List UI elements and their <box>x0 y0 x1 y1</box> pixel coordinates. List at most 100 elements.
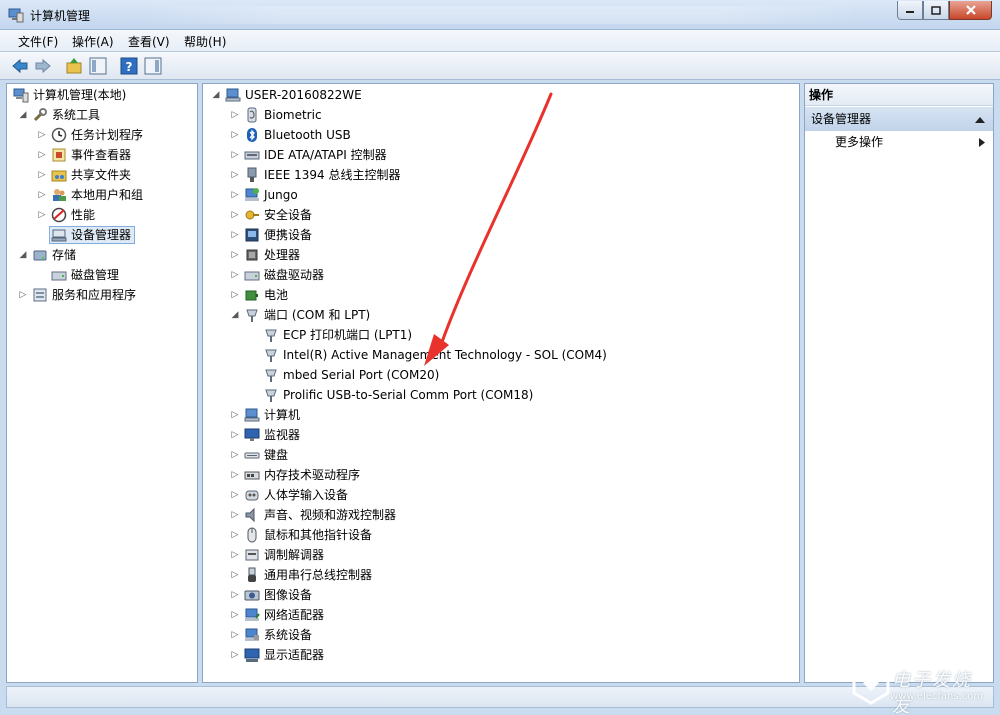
expand-arrow-icon[interactable]: ▷ <box>230 225 240 245</box>
close-button[interactable] <box>949 1 992 20</box>
expand-arrow-icon[interactable]: ▷ <box>230 185 240 205</box>
device-tree-item[interactable]: ◢ 端口 (COM 和 LPT) <box>203 305 799 325</box>
modem-icon <box>245 549 259 561</box>
device-tree-item[interactable]: ▷ Biometric <box>203 105 799 125</box>
console-tree-item[interactable]: ▷ 性能 <box>7 205 197 225</box>
device-tree-item[interactable]: ▷ IEEE 1394 总线主控制器 <box>203 165 799 185</box>
close-icon <box>965 5 976 15</box>
device-tree-item[interactable]: ▷ 磁盘驱动器 <box>203 265 799 285</box>
up-folder-icon[interactable] <box>64 56 84 76</box>
expand-arrow-icon[interactable]: ▷ <box>230 645 240 665</box>
console-tree-item[interactable]: ▷ 事件查看器 <box>7 145 197 165</box>
device-tree-item[interactable]: Prolific USB-to-Serial Comm Port (COM18) <box>203 385 799 405</box>
show-hide-tree-icon[interactable] <box>88 56 108 76</box>
device-tree-item[interactable]: ▷ 声音、视频和游戏控制器 <box>203 505 799 525</box>
expand-arrow-icon[interactable]: ▷ <box>230 585 240 605</box>
device-tree-item[interactable]: ▷ 系统设备 <box>203 625 799 645</box>
device-tree-item[interactable]: ▷ Bluetooth USB <box>203 125 799 145</box>
console-tree-item[interactable]: 磁盘管理 <box>7 265 197 285</box>
computer-icon <box>225 88 241 102</box>
device-tree-item[interactable]: ▷ 人体学输入设备 <box>203 485 799 505</box>
console-tree-item[interactable]: ▷ 共享文件夹 <box>7 165 197 185</box>
expand-arrow-icon[interactable]: ▷ <box>230 145 240 165</box>
expand-arrow-icon[interactable]: ▷ <box>230 245 240 265</box>
device-tree-item[interactable]: ▷ 安全设备 <box>203 205 799 225</box>
device-tree-item[interactable]: ▷ 电池 <box>203 285 799 305</box>
event-viewer-icon <box>52 148 66 162</box>
expand-arrow-icon[interactable]: ▷ <box>230 545 240 565</box>
expand-arrow-icon[interactable]: ▷ <box>37 165 47 185</box>
more-actions-item[interactable]: 更多操作 <box>835 132 985 152</box>
device-tree-label: 端口 (COM 和 LPT) <box>264 308 371 322</box>
menu-view[interactable]: 查看(V) <box>128 33 170 50</box>
system-device-icon <box>245 628 259 641</box>
device-tree-item[interactable]: ▷ 键盘 <box>203 445 799 465</box>
maximize-button[interactable] <box>923 1 949 20</box>
expand-arrow-icon[interactable]: ▷ <box>230 405 240 425</box>
console-tree-item[interactable]: 计算机管理(本地) <box>7 85 197 105</box>
device-tree-item[interactable]: ▷ IDE ATA/ATAPI 控制器 <box>203 145 799 165</box>
console-tree-item[interactable]: 设备管理器 <box>7 225 197 245</box>
menu-file[interactable]: 文件(F) <box>18 33 58 50</box>
expand-arrow-icon[interactable]: ▷ <box>37 205 47 225</box>
expand-arrow-icon[interactable]: ▷ <box>37 145 47 165</box>
expand-arrow-icon[interactable]: ▷ <box>18 285 28 305</box>
expand-arrow-icon[interactable]: ▷ <box>230 445 240 465</box>
expand-arrow-icon[interactable]: ▷ <box>230 125 240 145</box>
minimize-button[interactable] <box>897 1 923 20</box>
expand-arrow-icon[interactable]: ▷ <box>230 165 240 185</box>
collapse-arrow-icon[interactable]: ◢ <box>211 85 221 105</box>
device-tree-item[interactable]: ▷ 监视器 <box>203 425 799 445</box>
device-tree-item[interactable]: ▷ 处理器 <box>203 245 799 265</box>
expand-arrow-icon[interactable]: ▷ <box>230 505 240 525</box>
expand-arrow-icon[interactable]: ▷ <box>230 465 240 485</box>
expand-arrow-icon[interactable]: ▷ <box>230 565 240 585</box>
console-tree-item[interactable]: ◢ 存储 <box>7 245 197 265</box>
collapse-up-icon[interactable] <box>975 116 985 123</box>
device-tree-item[interactable]: ▷ 鼠标和其他指针设备 <box>203 525 799 545</box>
device-tree-item[interactable]: ▷ 网络适配器 <box>203 605 799 625</box>
device-tree-item[interactable]: ◢ USER-20160822WE <box>203 85 799 105</box>
console-tree-item[interactable]: ◢ 系统工具 <box>7 105 197 125</box>
console-tree-item[interactable]: ▷ 任务计划程序 <box>7 125 197 145</box>
actions-pane: 操作 设备管理器 更多操作 <box>804 83 994 683</box>
device-tree-item[interactable]: ▷ 通用串行总线控制器 <box>203 565 799 585</box>
console-tree-item[interactable]: ▷ 本地用户和组 <box>7 185 197 205</box>
expand-arrow-icon[interactable]: ▷ <box>230 485 240 505</box>
status-bar <box>6 686 994 708</box>
collapse-arrow-icon[interactable]: ◢ <box>18 105 28 125</box>
expand-arrow-icon[interactable]: ▷ <box>37 125 47 145</box>
back-icon[interactable] <box>10 56 30 76</box>
computer-manage-icon <box>13 88 29 103</box>
forward-icon[interactable] <box>33 56 53 76</box>
expand-arrow-icon[interactable]: ▷ <box>230 525 240 545</box>
show-hide-action-pane-icon[interactable] <box>143 56 163 76</box>
jungo-icon <box>245 188 259 201</box>
device-tree-item[interactable]: ▷ 图像设备 <box>203 585 799 605</box>
device-tree-item[interactable]: ▷ 调制解调器 <box>203 545 799 565</box>
expand-arrow-icon[interactable]: ▷ <box>230 605 240 625</box>
expand-arrow-icon[interactable]: ▷ <box>37 185 47 205</box>
collapse-arrow-icon[interactable]: ◢ <box>230 305 240 325</box>
device-tree-item[interactable]: mbed Serial Port (COM20) <box>203 365 799 385</box>
device-tree-item[interactable]: ▷ 计算机 <box>203 405 799 425</box>
menu-help[interactable]: 帮助(H) <box>184 33 226 50</box>
device-tree-item[interactable]: ECP 打印机端口 (LPT1) <box>203 325 799 345</box>
collapse-arrow-icon[interactable]: ◢ <box>18 245 28 265</box>
device-tree-item[interactable]: ▷ Jungo <box>203 185 799 205</box>
actions-section-device-manager[interactable]: 设备管理器 <box>805 107 993 131</box>
expand-arrow-icon[interactable]: ▷ <box>230 625 240 645</box>
expand-arrow-icon[interactable]: ▷ <box>230 285 240 305</box>
console-tree-item[interactable]: ▷ 服务和应用程序 <box>7 285 197 305</box>
expand-arrow-icon[interactable]: ▷ <box>230 205 240 225</box>
device-tree-item[interactable]: ▷ 内存技术驱动程序 <box>203 465 799 485</box>
device-tree-label: 计算机 <box>264 408 301 422</box>
device-tree-item[interactable]: ▷ 便携设备 <box>203 225 799 245</box>
device-tree-item[interactable]: Intel(R) Active Management Technology - … <box>203 345 799 365</box>
expand-arrow-icon[interactable]: ▷ <box>230 105 240 125</box>
expand-arrow-icon[interactable]: ▷ <box>230 425 240 445</box>
device-tree-item[interactable]: ▷ 显示适配器 <box>203 645 799 665</box>
expand-arrow-icon[interactable]: ▷ <box>230 265 240 285</box>
menu-action[interactable]: 操作(A) <box>72 33 114 50</box>
help-icon[interactable]: ? <box>119 56 139 76</box>
